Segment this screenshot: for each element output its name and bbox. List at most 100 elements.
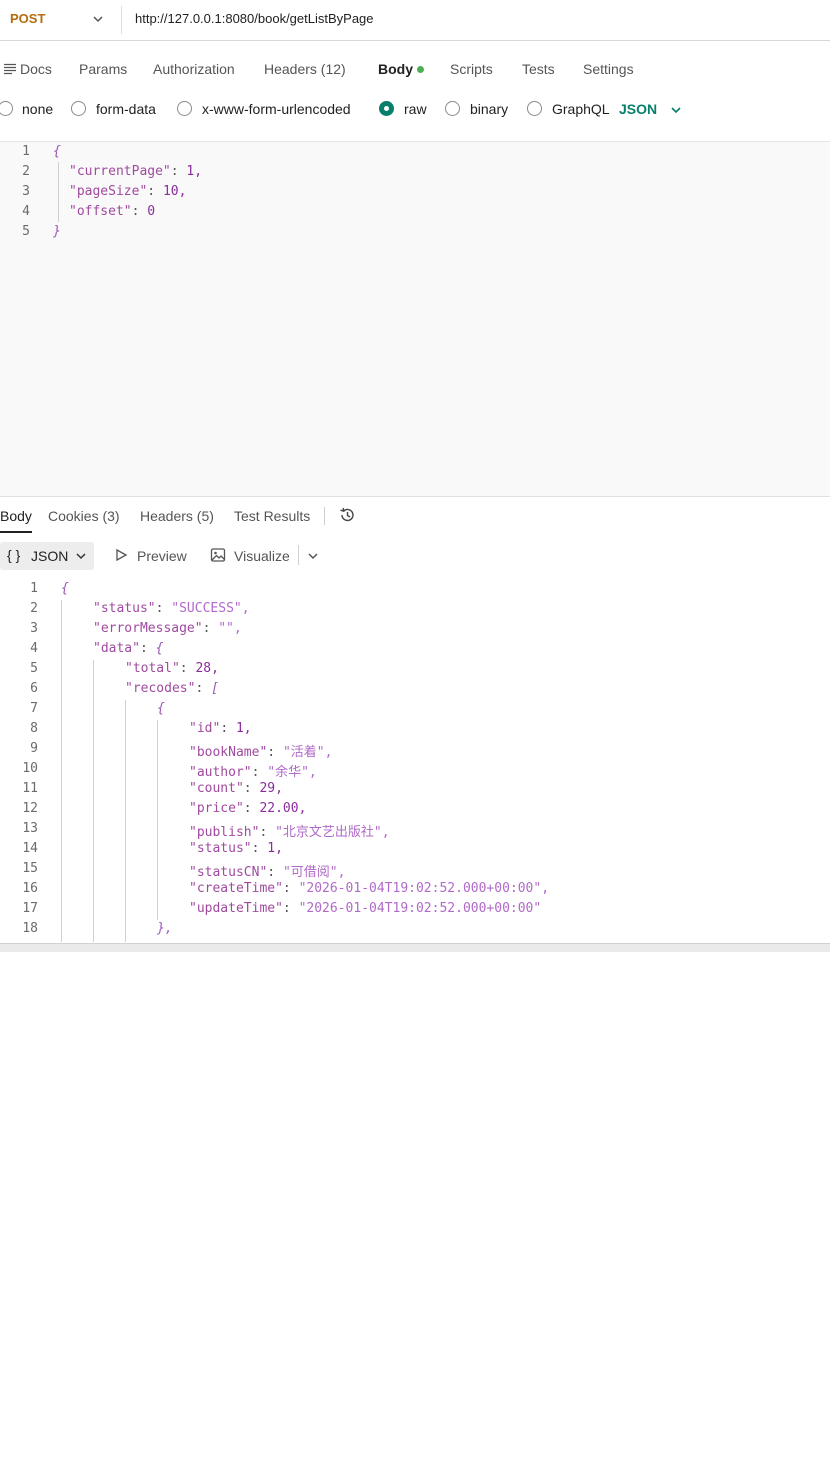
chevron-down-icon[interactable] <box>669 103 683 117</box>
radio-raw-label[interactable]: raw <box>404 101 427 117</box>
url-input[interactable]: http://127.0.0.1:8080/book/getListByPage <box>135 11 374 26</box>
line-number: 6 <box>30 681 38 696</box>
tab-params[interactable]: Params <box>79 61 127 77</box>
chevron-down-icon[interactable] <box>91 12 105 26</box>
method-select[interactable]: POST <box>10 11 45 26</box>
body-indicator-dot <box>417 66 424 73</box>
code-line: "statusCN": "可借阅", <box>189 865 346 880</box>
tab-scripts[interactable]: Scripts <box>450 61 493 77</box>
json-key: "author" <box>189 765 252 780</box>
language-select[interactable]: JSON <box>619 101 657 117</box>
response-format-label[interactable]: JSON <box>31 548 68 564</box>
toolbar-separator <box>298 545 299 565</box>
url-bar <box>0 0 830 41</box>
json-value: 1, <box>186 164 203 179</box>
radio-urlencoded[interactable] <box>177 101 192 116</box>
json-value: 10, <box>162 184 187 199</box>
code-line: "author": "余华", <box>189 765 317 780</box>
json-value: "余华", <box>267 765 317 780</box>
indent-guide <box>125 700 126 942</box>
request-body-editor[interactable]: 1 { 2 "currentPage": 1, 3 "pageSize": 10… <box>0 141 830 497</box>
json-key: "pageSize" <box>69 184 148 199</box>
visualize-button[interactable]: Visualize <box>234 548 290 564</box>
line-number: 10 <box>22 761 38 776</box>
radio-raw[interactable] <box>379 101 394 116</box>
code-line: "status": 1, <box>189 841 283 856</box>
json-key: "status" <box>93 601 156 616</box>
tab-settings[interactable]: Settings <box>583 61 634 77</box>
chevron-down-icon[interactable] <box>74 549 88 563</box>
indent-guide <box>58 162 59 222</box>
line-number: 11 <box>22 781 38 796</box>
line-number: 3 <box>22 184 30 199</box>
radio-binary[interactable] <box>445 101 460 116</box>
response-tab-body[interactable]: Body <box>0 508 32 524</box>
line-number: 7 <box>30 701 38 716</box>
image-icon[interactable] <box>210 547 226 563</box>
json-key: "createTime" <box>189 881 283 896</box>
radio-graphql-label[interactable]: GraphQL <box>552 101 610 117</box>
radio-none-label[interactable]: none <box>22 101 53 117</box>
line-number: 4 <box>22 204 30 219</box>
tab-separator <box>324 507 325 525</box>
preview-button[interactable]: Preview <box>137 548 187 564</box>
tab-docs[interactable]: Docs <box>20 61 52 77</box>
line-number: 1 <box>22 144 30 159</box>
response-body-viewer[interactable]: 1 { 2 "status": "SUCCESS", 3 "errorMessa… <box>0 576 830 942</box>
json-key: "count" <box>189 781 244 796</box>
line-number: 13 <box>22 821 38 836</box>
tab-authorization[interactable]: Authorization <box>153 61 235 77</box>
tab-body[interactable]: Body <box>378 61 413 77</box>
history-icon[interactable] <box>338 506 356 524</box>
code-line: "errorMessage": "", <box>93 621 242 636</box>
play-icon[interactable] <box>114 548 128 562</box>
json-value: 0 <box>147 204 156 219</box>
json-key: "id" <box>189 721 221 736</box>
indent-guide <box>157 720 158 920</box>
radio-form-data-label[interactable]: form-data <box>96 101 156 117</box>
radio-form-data[interactable] <box>71 101 86 116</box>
radio-urlencoded-label[interactable]: x-www-form-urlencoded <box>202 101 351 117</box>
tab-tests[interactable]: Tests <box>522 61 555 77</box>
tab-headers[interactable]: Headers (12) <box>264 61 346 77</box>
pane-divider[interactable] <box>0 496 830 497</box>
json-brace: { <box>155 641 164 656</box>
response-tab-headers[interactable]: Headers (5) <box>140 508 214 524</box>
json-braces-icon: { } <box>7 547 21 563</box>
code-line: "pageSize": 10, <box>69 184 187 199</box>
line-number: 5 <box>30 661 38 676</box>
code-line: "recodes": [ <box>125 681 219 696</box>
response-tab-cookies[interactable]: Cookies (3) <box>48 508 120 524</box>
code-line: "total": 28, <box>125 661 219 676</box>
code-line: "currentPage": 1, <box>69 164 203 179</box>
radio-binary-label[interactable]: binary <box>470 101 508 117</box>
json-key: "price" <box>189 801 244 816</box>
json-key: "recodes" <box>125 681 196 696</box>
json-brace: } <box>53 224 61 239</box>
json-value: "可借阅", <box>282 865 346 880</box>
line-number: 9 <box>30 741 38 756</box>
code-line: "updateTime": "2026-01-04T19:02:52.000+0… <box>189 901 542 916</box>
radio-graphql[interactable] <box>527 101 542 116</box>
json-value: 22.00, <box>259 801 307 816</box>
radio-none[interactable] <box>0 101 13 116</box>
line-number: 5 <box>22 224 30 239</box>
json-brace: { <box>157 701 165 716</box>
json-brace: { <box>53 144 61 159</box>
json-value: "北京文艺出版社", <box>275 825 390 840</box>
code-line: "price": 22.00, <box>189 801 307 816</box>
code-line: "publish": "北京文艺出版社", <box>189 825 390 840</box>
response-tab-test-results[interactable]: Test Results <box>234 508 310 524</box>
json-value: "SUCCESS", <box>171 601 250 616</box>
line-number: 16 <box>22 881 38 896</box>
line-number: 17 <box>22 901 38 916</box>
json-key: "publish" <box>189 825 260 840</box>
active-tab-underline <box>0 531 32 533</box>
json-key: "bookName" <box>189 745 268 760</box>
json-value: "2026-01-04T19:02:52.000+00:00", <box>298 881 550 896</box>
chevron-down-icon[interactable] <box>306 549 320 563</box>
indent-guide <box>61 600 62 942</box>
code-line: "status": "SUCCESS", <box>93 601 250 616</box>
indent-guide <box>93 660 94 942</box>
json-key: "status" <box>189 841 252 856</box>
